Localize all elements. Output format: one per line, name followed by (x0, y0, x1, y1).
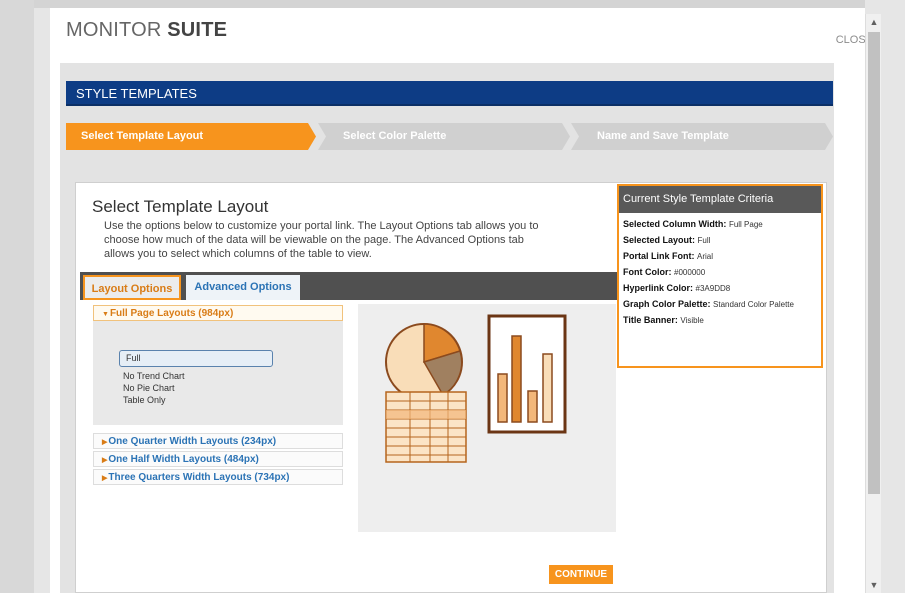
tab-layout-options[interactable]: Layout Options (83, 275, 181, 300)
criteria-label: Hyperlink Color: (623, 283, 694, 293)
panel-description: Use the options below to customize your … (104, 220, 539, 260)
wizard-steps: Select Template Layout Select Color Pale… (66, 123, 833, 150)
accordion-body: Full No Trend Chart No Pie Chart Table O… (93, 321, 343, 425)
caret-right-icon: ▶ (102, 439, 108, 446)
criteria-value: Arial (697, 252, 714, 261)
table-icon (385, 391, 467, 463)
accordion-full-page-layouts[interactable]: ▼Full Page Layouts (984px) (93, 305, 343, 321)
criteria-label: Title Banner: (623, 315, 678, 325)
step-select-color-palette[interactable]: Select Color Palette (318, 123, 570, 150)
layout-preview-illustration (385, 314, 567, 463)
window-frame-top (34, 0, 865, 8)
layout-option-full[interactable]: Full (119, 350, 273, 367)
window-frame-left (0, 0, 34, 593)
criteria-value: #3A9DD8 (695, 284, 731, 293)
header: MONITOR SUITE (50, 8, 865, 53)
accordion-label: Full Page Layouts (984px) (109, 308, 234, 319)
brand-logo: MONITOR SUITE (66, 19, 227, 42)
brand-light: MONITOR (66, 19, 162, 41)
vertical-scrollbar[interactable]: ▲ ▼ (865, 14, 881, 593)
bar-chart-icon (487, 314, 567, 434)
criteria-row: Font Color: #000000 (619, 267, 821, 277)
layout-preview (358, 304, 616, 532)
layout-option-no-trend-chart[interactable]: No Trend Chart (123, 371, 185, 381)
scroll-up-icon[interactable]: ▲ (869, 16, 879, 28)
criteria-label: Graph Color Palette: (623, 299, 711, 309)
section-title-bar: STYLE TEMPLATES (66, 81, 833, 106)
criteria-row: Graph Color Palette: Standard Color Pale… (619, 299, 821, 309)
accordion-label: One Quarter Width Layouts (234px) (108, 436, 277, 447)
criteria-value: Visible (680, 316, 704, 325)
step-select-template-layout[interactable]: Select Template Layout (66, 123, 316, 150)
options-tabbar: Layout Options Advanced Options (80, 272, 620, 300)
layout-accordion: ▼Full Page Layouts (984px) Full No Trend… (93, 305, 343, 587)
caret-right-icon: ▶ (102, 475, 108, 482)
criteria-value: #000000 (674, 268, 706, 277)
pie-chart-icon (385, 323, 463, 401)
criteria-value: Full Page (728, 220, 763, 229)
criteria-row: Selected Layout: Full (619, 235, 821, 245)
accordion-three-quarters-width[interactable]: ▶Three Quarters Width Layouts (734px) (93, 469, 343, 485)
layout-option-no-pie-chart[interactable]: No Pie Chart (123, 383, 175, 393)
brand-bold: SUITE (167, 19, 228, 41)
criteria-row: Selected Column Width: Full Page (619, 219, 821, 229)
criteria-label: Font Color: (623, 267, 672, 277)
tab-advanced-options[interactable]: Advanced Options (186, 275, 300, 300)
criteria-title: Current Style Template Criteria (619, 186, 821, 213)
window-frame-right (881, 0, 905, 593)
accordion-label: One Half Width Layouts (484px) (108, 454, 259, 465)
panel-title: Select Template Layout (92, 197, 269, 216)
criteria-row: Hyperlink Color: #3A9DD8 (619, 283, 821, 293)
accordion-one-quarter-width[interactable]: ▶One Quarter Width Layouts (234px) (93, 433, 343, 449)
criteria-label: Portal Link Font: (623, 251, 695, 261)
criteria-label: Selected Column Width: (623, 219, 727, 229)
accordion-label: Three Quarters Width Layouts (734px) (108, 472, 290, 483)
criteria-value: Full (697, 236, 711, 245)
layout-option-table-only[interactable]: Table Only (123, 395, 166, 405)
criteria-row: Portal Link Font: Arial (619, 251, 821, 261)
caret-down-icon: ▼ (102, 311, 109, 318)
step-name-save-template[interactable]: Name and Save Template (571, 123, 833, 150)
continue-button[interactable]: CONTINUE (549, 565, 613, 584)
caret-right-icon: ▶ (102, 457, 108, 464)
criteria-row: Title Banner: Visible (619, 315, 821, 325)
scrollbar-thumb[interactable] (868, 32, 880, 494)
criteria-label: Selected Layout: (623, 235, 696, 245)
scroll-down-icon[interactable]: ▼ (869, 579, 879, 591)
accordion-one-half-width[interactable]: ▶One Half Width Layouts (484px) (93, 451, 343, 467)
criteria-value: Standard Color Palette (713, 300, 794, 309)
criteria-panel: Current Style Template Criteria Selected… (617, 184, 823, 368)
